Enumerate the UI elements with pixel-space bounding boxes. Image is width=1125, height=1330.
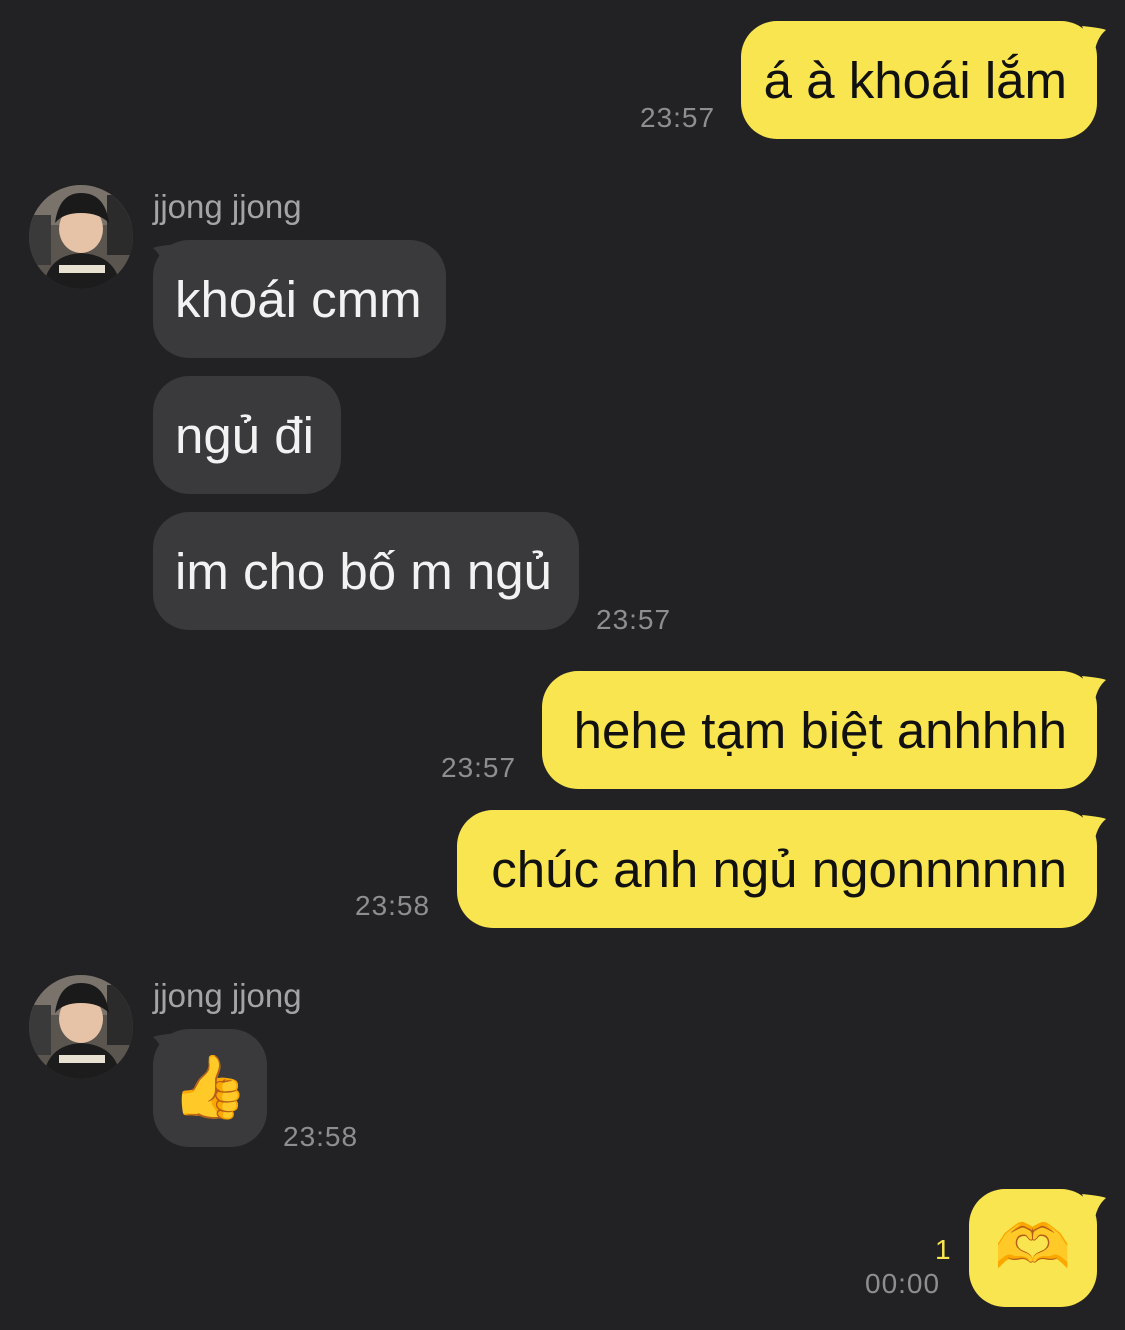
message-text: á à khoái lắm [763, 51, 1067, 109]
message-text: hehe tạm biệt anhhhh [573, 701, 1067, 759]
avatar-photo-icon [29, 975, 133, 1079]
contact-name: jjong jjong [153, 977, 302, 1014]
avatar-photo-icon [29, 185, 133, 289]
message-bubble-outgoing[interactable]: á à khoái lắm [741, 21, 1097, 139]
message-timestamp: 00:00 [865, 1268, 941, 1299]
thumbs-up-icon: 👍 [171, 1053, 249, 1122]
bubble-tail-icon [1082, 815, 1106, 845]
bubble-tail-icon [1082, 1194, 1106, 1224]
contact-avatar[interactable] [29, 185, 133, 289]
heart-hands-icon: 🫶 [994, 1213, 1072, 1282]
message-text: chúc anh ngủ ngonnnnnn [491, 840, 1067, 898]
message-timestamp: 23:57 [640, 102, 716, 133]
contact-name: jjong jjong [153, 188, 302, 225]
message-bubble-incoming[interactable]: ngủ đi [153, 376, 341, 494]
unread-count-badge: 1 [935, 1234, 951, 1265]
message-bubble-outgoing[interactable]: hehe tạm biệt anhhhh [542, 671, 1097, 789]
message-text: im cho bố m ngủ [175, 542, 553, 600]
message-bubble-incoming[interactable]: im cho bố m ngủ [153, 512, 579, 630]
chat-view: á à khoái lắm 23:57 jjong jjong khoái cm… [0, 0, 1125, 1330]
contact-avatar[interactable] [29, 975, 133, 1079]
message-timestamp: 23:57 [596, 604, 672, 635]
message-timestamp: 23:58 [283, 1121, 359, 1152]
message-bubble-incoming[interactable]: khoái cmm [153, 240, 446, 358]
message-bubble-outgoing[interactable]: 🫶 [969, 1189, 1097, 1307]
message-text: ngủ đi [175, 406, 314, 464]
message-bubble-outgoing[interactable]: chúc anh ngủ ngonnnnnn [457, 810, 1097, 928]
message-bubble-incoming[interactable]: 👍 [153, 1029, 267, 1147]
message-timestamp: 23:57 [441, 752, 517, 783]
message-text: khoái cmm [175, 270, 422, 328]
bubble-tail-icon [1082, 676, 1106, 706]
bubble-tail-icon [1082, 26, 1106, 56]
message-timestamp: 23:58 [355, 890, 431, 921]
